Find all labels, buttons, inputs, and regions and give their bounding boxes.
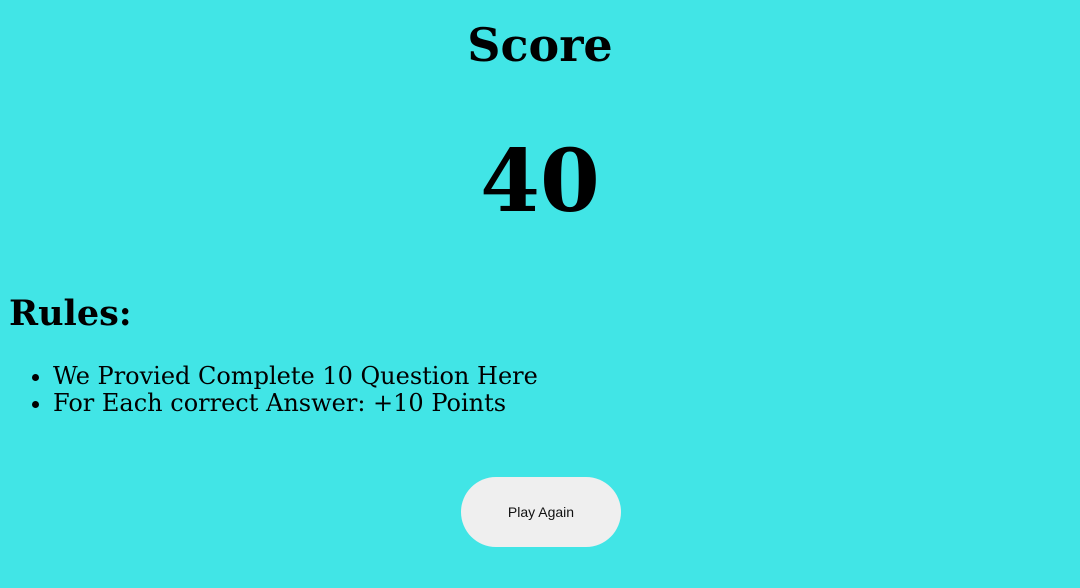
rule-item: We Provied Complete 10 Question Here [53,363,538,390]
rule-item: For Each correct Answer: +10 Points [53,390,538,417]
play-again-button[interactable]: Play Again [461,477,621,547]
score-value: 40 [480,131,600,232]
score-title: Score [467,18,613,72]
rules-list: We Provied Complete 10 Question Here For… [0,363,538,417]
rules-heading: Rules: [9,293,132,334]
